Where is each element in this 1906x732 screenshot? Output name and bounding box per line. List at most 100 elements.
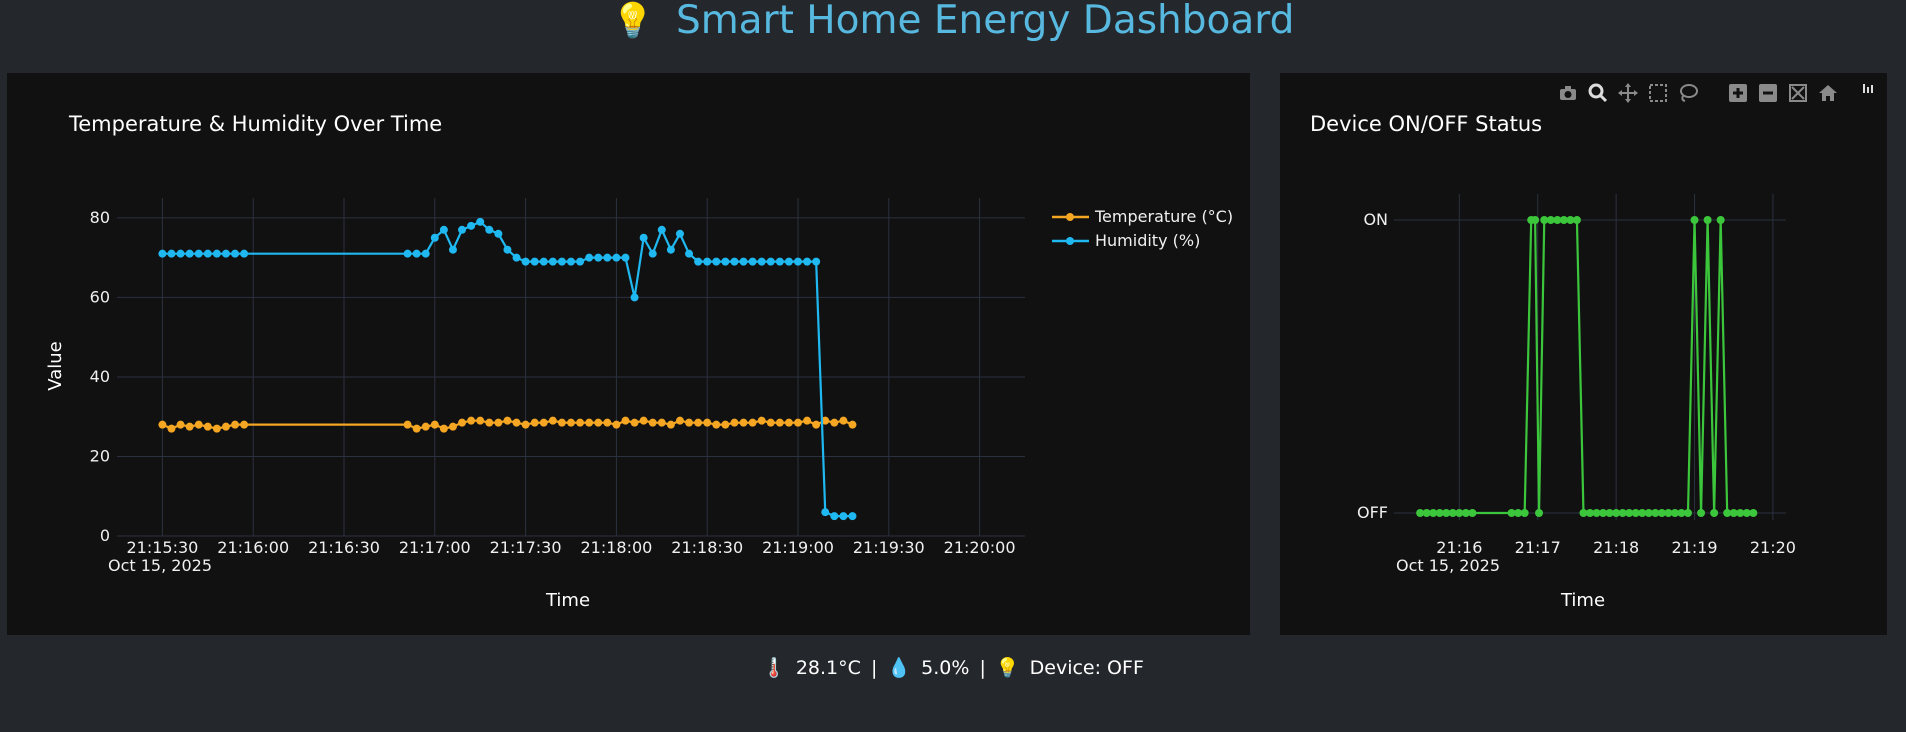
data-point[interactable]: [176, 249, 185, 258]
data-point[interactable]: [794, 257, 802, 266]
data-point[interactable]: [757, 416, 766, 425]
data-point[interactable]: [512, 418, 521, 427]
data-point[interactable]: [630, 418, 639, 427]
camera-icon[interactable]: [1558, 83, 1578, 103]
data-point[interactable]: [621, 416, 630, 425]
data-point[interactable]: [594, 253, 603, 262]
data-point[interactable]: [212, 249, 221, 258]
data-point[interactable]: [703, 257, 712, 266]
data-point[interactable]: [839, 416, 848, 425]
data-point[interactable]: [630, 293, 639, 302]
data-point[interactable]: [739, 257, 748, 266]
data-point[interactable]: [612, 420, 621, 429]
data-point[interactable]: [1749, 509, 1758, 517]
data-point[interactable]: [231, 420, 240, 429]
data-point[interactable]: [812, 257, 821, 266]
data-point[interactable]: [666, 245, 675, 254]
data-point[interactable]: [557, 418, 566, 427]
plotly-logo-icon[interactable]: [1858, 80, 1878, 100]
data-point[interactable]: [648, 249, 657, 258]
data-point[interactable]: [775, 418, 784, 427]
data-point[interactable]: [231, 249, 240, 258]
data-point[interactable]: [685, 418, 694, 427]
data-point[interactable]: [403, 420, 412, 429]
data-point[interactable]: [830, 512, 839, 521]
data-point[interactable]: [794, 418, 802, 427]
data-point[interactable]: [757, 257, 766, 266]
data-point[interactable]: [530, 257, 539, 266]
data-point[interactable]: [1468, 509, 1477, 517]
legend[interactable]: Temperature (°C) Humidity (%): [1052, 207, 1233, 250]
data-point[interactable]: [803, 416, 812, 425]
data-point[interactable]: [748, 418, 757, 427]
data-point[interactable]: [1520, 509, 1529, 517]
data-point[interactable]: [448, 245, 457, 254]
data-point[interactable]: [467, 221, 476, 230]
data-point[interactable]: [567, 257, 575, 266]
data-point[interactable]: [685, 249, 694, 258]
data-point[interactable]: [748, 257, 757, 266]
data-point[interactable]: [412, 249, 421, 258]
device-status-chart[interactable]: Device ON/OFF Status OFF ON 21:16 21:17 21:1…: [1280, 73, 1887, 635]
data-point[interactable]: [521, 420, 530, 429]
data-point[interactable]: [203, 422, 212, 431]
data-point[interactable]: [203, 249, 212, 258]
data-point[interactable]: [648, 418, 657, 427]
data-point[interactable]: [721, 420, 730, 429]
data-point[interactable]: [675, 229, 684, 238]
data-point[interactable]: [530, 418, 539, 427]
data-point[interactable]: [803, 257, 812, 266]
data-point[interactable]: [694, 418, 703, 427]
data-point[interactable]: [221, 422, 230, 431]
data-point[interactable]: [194, 420, 203, 429]
data-point[interactable]: [412, 424, 421, 433]
data-point[interactable]: [830, 418, 839, 427]
data-point[interactable]: [730, 257, 739, 266]
data-point[interactable]: [458, 418, 467, 427]
data-point[interactable]: [421, 422, 430, 431]
zoom-icon[interactable]: [1588, 83, 1608, 103]
data-point[interactable]: [639, 416, 648, 425]
data-point[interactable]: [185, 422, 194, 431]
data-point[interactable]: [675, 416, 684, 425]
data-point[interactable]: [421, 249, 430, 258]
data-point[interactable]: [739, 418, 748, 427]
data-point[interactable]: [1710, 509, 1719, 517]
data-point[interactable]: [603, 418, 612, 427]
zoom-in-icon[interactable]: [1728, 83, 1748, 103]
temp-humidity-chart[interactable]: Temperature & Humidity Over Time 0 20 40 60…: [7, 73, 1250, 635]
data-point[interactable]: [240, 249, 249, 258]
data-point[interactable]: [158, 249, 167, 258]
data-point[interactable]: [612, 253, 621, 262]
data-point[interactable]: [848, 420, 857, 429]
data-point[interactable]: [694, 257, 703, 266]
data-point[interactable]: [176, 420, 185, 429]
data-point[interactable]: [448, 422, 457, 431]
data-point[interactable]: [194, 249, 203, 258]
data-point[interactable]: [494, 229, 503, 238]
data-point[interactable]: [766, 418, 775, 427]
data-point[interactable]: [784, 257, 793, 266]
data-point[interactable]: [657, 225, 666, 234]
data-point[interactable]: [240, 420, 249, 429]
data-point[interactable]: [503, 416, 512, 425]
data-point[interactable]: [703, 418, 712, 427]
lasso-icon[interactable]: [1678, 83, 1698, 103]
data-point[interactable]: [476, 217, 485, 226]
data-point[interactable]: [712, 257, 721, 266]
data-point[interactable]: [1684, 509, 1692, 517]
data-point[interactable]: [821, 508, 830, 517]
data-point[interactable]: [576, 418, 585, 427]
data-point[interactable]: [839, 512, 848, 521]
data-point[interactable]: [167, 249, 176, 258]
data-point[interactable]: [221, 249, 230, 258]
data-point[interactable]: [403, 249, 412, 258]
data-point[interactable]: [594, 418, 603, 427]
data-point[interactable]: [567, 418, 575, 427]
data-point[interactable]: [1535, 509, 1544, 517]
data-point[interactable]: [585, 418, 594, 427]
data-point[interactable]: [730, 418, 739, 427]
data-point[interactable]: [539, 257, 548, 266]
data-point[interactable]: [185, 249, 194, 258]
zoom-out-icon[interactable]: [1758, 83, 1778, 103]
